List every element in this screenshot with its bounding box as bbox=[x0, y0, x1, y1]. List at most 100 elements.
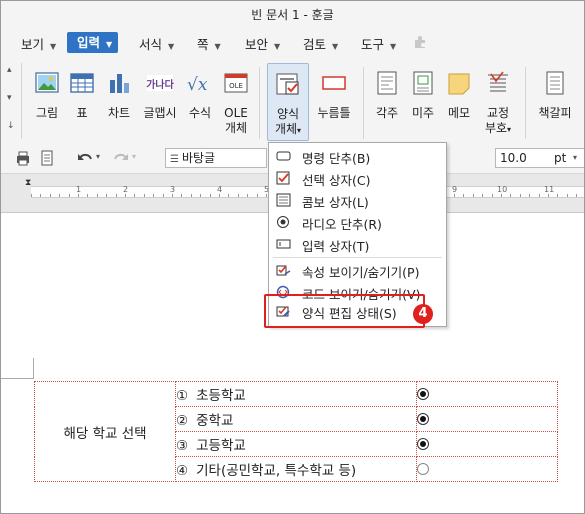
form-object-button[interactable]: 양식 개체▾ bbox=[267, 63, 309, 141]
menu-item-toggle-properties[interactable]: 속성 보이기/숨기기(P) bbox=[269, 259, 446, 281]
paragraph-style-select[interactable]: ☰ 바탕글 bbox=[165, 148, 267, 168]
menu-item-label: 입력 상자(T) bbox=[302, 239, 370, 254]
ruler-tick bbox=[172, 194, 173, 197]
properties-icon bbox=[276, 265, 291, 276]
ruler-tick bbox=[96, 194, 98, 197]
chevron-down-icon[interactable]: ▾ bbox=[7, 93, 12, 103]
menu-item-text-input[interactable]: 입력 상자(T) bbox=[269, 233, 446, 255]
form-object-icon bbox=[276, 73, 299, 95]
puzzle-icon[interactable] bbox=[413, 35, 427, 49]
ruler-tick bbox=[200, 194, 202, 197]
checkbox-icon bbox=[276, 171, 290, 185]
chevron-up-icon[interactable]: ▴ bbox=[7, 65, 12, 75]
ruler-tick bbox=[510, 194, 512, 197]
ruler-tick bbox=[538, 194, 540, 197]
chevron-down-icon[interactable]: ▾ bbox=[96, 152, 100, 161]
ruler-tick bbox=[482, 194, 484, 197]
radio-button[interactable] bbox=[417, 388, 429, 400]
ribbon: ▴ ▾ ↓ 그림 표 차트 가나다 글맵시 √x 수식 OLE OLE 개체 양… bbox=[1, 59, 584, 144]
proofreading-icon bbox=[488, 71, 508, 92]
menu-tools[interactable]: 도구 ▼ bbox=[361, 34, 396, 53]
footnote-label: 각주 bbox=[375, 106, 399, 120]
ruler-tick bbox=[501, 194, 502, 197]
endnote-button[interactable]: 미주 bbox=[407, 63, 439, 121]
radio-button[interactable] bbox=[417, 413, 429, 425]
menu-format[interactable]: 서식 ▼ bbox=[139, 34, 174, 53]
menu-view[interactable]: 보기 ▼ bbox=[21, 34, 56, 53]
ruler-tick bbox=[548, 194, 549, 197]
print-icon[interactable] bbox=[15, 150, 31, 166]
proofreading-button[interactable]: 교정 부호▾ bbox=[479, 63, 517, 137]
formula-icon: √x bbox=[187, 75, 208, 95]
menu-bar: 보기 ▼ 입력 ▼ 서식 ▼ 쪽 ▼ 보안 ▼ 검토 ▼ 도구 ▼ bbox=[1, 27, 584, 59]
expand-icon[interactable]: ↓ bbox=[7, 121, 15, 131]
redo-icon[interactable] bbox=[113, 150, 129, 166]
chart-label: 차트 bbox=[107, 106, 131, 120]
ruler-tick bbox=[49, 194, 51, 197]
ribbon-scroll[interactable]: ▴ ▾ ↓ bbox=[1, 63, 22, 139]
ruler-number: 3 bbox=[170, 185, 176, 194]
menu-format-label: 서식 bbox=[139, 37, 163, 52]
ruler-tick bbox=[566, 194, 568, 197]
font-size-select[interactable]: 10.0 pt ▾ bbox=[495, 148, 584, 168]
option-number: ③ bbox=[176, 438, 189, 454]
menu-item-command-button[interactable]: 명령 단추(B) bbox=[269, 145, 446, 167]
picture-label: 그림 bbox=[35, 106, 59, 120]
ruler-tick bbox=[463, 194, 465, 197]
ruler-tick bbox=[87, 194, 89, 197]
menu-insert[interactable]: 입력 ▼ bbox=[67, 32, 119, 53]
press-field-icon bbox=[322, 76, 346, 90]
chevron-down-icon: ▼ bbox=[332, 42, 339, 51]
ruler-tick bbox=[576, 194, 578, 197]
ruler-tick bbox=[40, 194, 42, 197]
footnote-button[interactable]: 각주 bbox=[370, 63, 404, 121]
chevron-down-icon: ▼ bbox=[168, 42, 175, 51]
option-number: ② bbox=[176, 413, 189, 429]
menu-item-radio-button[interactable]: 라디오 단추(R) bbox=[269, 211, 446, 233]
insert-chart-button[interactable]: 차트 bbox=[102, 63, 136, 121]
indent-marker-icon[interactable]: ⧗ bbox=[25, 178, 31, 188]
bookmark-button[interactable]: 책갈피 bbox=[533, 63, 577, 121]
table-row: 해당 학교 선택 ① 초등학교 bbox=[34, 381, 558, 482]
option-middle: ② 중학교 bbox=[175, 406, 417, 432]
menu-item-checkbox[interactable]: 선택 상자(C) bbox=[269, 167, 446, 189]
menu-item-label: 명령 단추(B) bbox=[302, 151, 371, 166]
insert-picture-button[interactable]: 그림 bbox=[29, 63, 65, 121]
radio-button[interactable] bbox=[417, 463, 429, 475]
chevron-down-icon: ▾ bbox=[507, 125, 512, 134]
menu-review-label: 검토 bbox=[303, 37, 327, 52]
picture-icon bbox=[35, 72, 59, 93]
menu-insert-label: 입력 bbox=[77, 35, 101, 50]
insert-ole-button[interactable]: OLE OLE 개체 bbox=[220, 63, 252, 136]
chevron-down-icon[interactable]: ▾ bbox=[132, 152, 136, 161]
proofreading-label-2: 부호▾ bbox=[479, 121, 517, 137]
option-high: ③ 고등학교 bbox=[175, 431, 417, 457]
ruler-tick bbox=[143, 194, 145, 197]
ruler-tick bbox=[454, 194, 455, 197]
chevron-down-icon: ▾ bbox=[297, 126, 302, 135]
insert-formula-button[interactable]: √x 수식 bbox=[184, 63, 216, 121]
ruler-tick bbox=[115, 194, 117, 197]
ruler-tick bbox=[59, 194, 61, 197]
hangul-window: 빈 문서 1 - 훈글 보기 ▼ 입력 ▼ 서식 ▼ 쪽 ▼ 보안 ▼ 검토 ▼ 도구 ▼ ▴… bbox=[0, 0, 585, 514]
menu-review[interactable]: 검토 ▼ bbox=[303, 34, 338, 53]
menu-security[interactable]: 보안 ▼ bbox=[245, 34, 280, 53]
radio-button[interactable] bbox=[417, 438, 429, 450]
menu-page[interactable]: 쪽 ▼ bbox=[197, 34, 221, 53]
insert-table-button[interactable]: 표 bbox=[67, 63, 97, 121]
menu-item-combo-box[interactable]: 콤보 상자(L) bbox=[269, 189, 446, 211]
page-icon[interactable] bbox=[39, 150, 55, 166]
svg-text:√x: √x bbox=[187, 75, 208, 95]
ruler-number: 2 bbox=[123, 185, 129, 194]
insert-wordart-button[interactable]: 가나다 글맵시 bbox=[141, 63, 179, 121]
bookmark-icon bbox=[546, 71, 564, 95]
margin-guide bbox=[1, 378, 34, 379]
press-field-button[interactable]: 누름틀 bbox=[313, 63, 355, 121]
step-badge: 4 bbox=[413, 304, 433, 324]
ribbon-separator bbox=[525, 67, 526, 139]
ruler-number: 11 bbox=[544, 185, 555, 194]
option-text: 고등학교 bbox=[196, 438, 246, 454]
undo-icon[interactable] bbox=[77, 150, 93, 166]
memo-button[interactable]: 메모 bbox=[443, 63, 475, 121]
ribbon-separator bbox=[259, 67, 260, 139]
